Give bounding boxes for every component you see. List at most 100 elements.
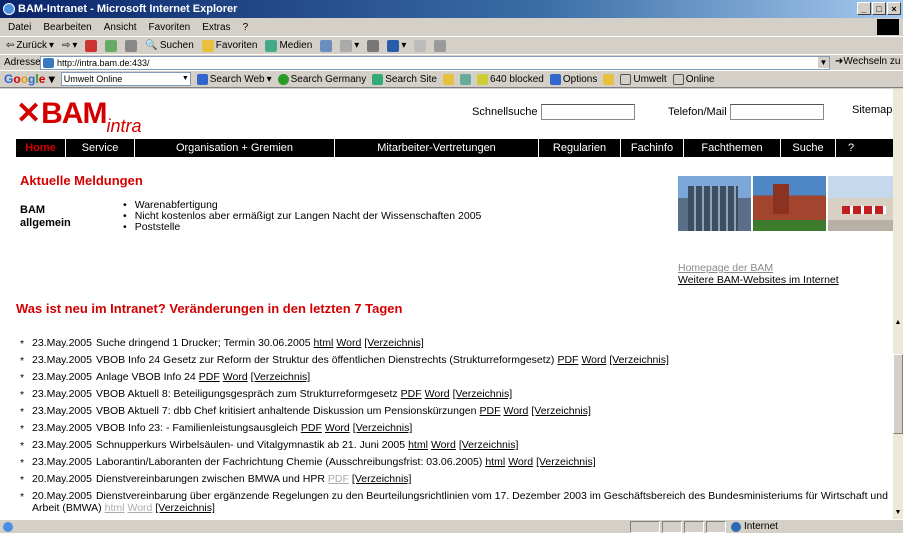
search-web-button[interactable]: Search Web ▾ [196, 73, 272, 85]
html-link[interactable]: html [408, 439, 428, 451]
nav-service[interactable]: Service [66, 139, 135, 157]
menu-help[interactable]: ? [237, 22, 255, 33]
nav-suche[interactable]: Suche [781, 139, 836, 157]
word-link[interactable]: Word [325, 422, 350, 434]
directory-link[interactable]: [Verzeichnis] [536, 456, 596, 468]
nav-home[interactable]: Home [16, 139, 66, 157]
word-link[interactable]: Word [223, 371, 248, 383]
refresh-button[interactable] [103, 39, 119, 52]
html-link[interactable]: html [105, 502, 125, 514]
home-button[interactable] [123, 39, 139, 52]
nav-fachthemen[interactable]: Fachthemen [684, 139, 781, 157]
homepage-link[interactable]: Homepage der BAM [678, 262, 773, 274]
address-input[interactable]: http://intra.bam.de:433/ [40, 56, 830, 70]
menu-bearbeiten[interactable]: Bearbeiten [37, 22, 97, 33]
pdf-link[interactable]: PDF [557, 354, 578, 366]
media-icon [265, 39, 278, 52]
quicksearch-input[interactable] [540, 104, 635, 120]
forward-button[interactable]: ⇨ ▾ [60, 40, 79, 51]
update-row: 23.May.2005Suche dringend 1 Drucker; Ter… [20, 337, 890, 350]
directory-link[interactable]: [Verzeichnis] [453, 388, 513, 400]
phone-input[interactable] [729, 104, 824, 120]
vertical-scrollbar[interactable]: ▲ ▼ [893, 89, 903, 519]
directory-link[interactable]: [Verzeichnis] [251, 371, 311, 383]
home-icon [125, 39, 138, 52]
nav-help[interactable]: ? [836, 139, 866, 157]
online-button[interactable]: Online [672, 73, 715, 85]
close-button[interactable]: × [887, 2, 901, 15]
research-button[interactable] [432, 39, 448, 52]
word-link[interactable]: Word [425, 388, 450, 400]
news-item[interactable]: Poststelle [123, 222, 481, 233]
word-link[interactable]: Word [431, 439, 456, 451]
pdf-link[interactable]: PDF [401, 388, 422, 400]
pdf-link[interactable]: PDF [479, 405, 500, 417]
more-websites-link[interactable]: Weitere BAM-Websites im Internet [678, 274, 839, 286]
go-button[interactable]: ➜Wechseln zu [835, 56, 900, 67]
html-link[interactable]: html [485, 456, 505, 468]
mail-button[interactable]: ▾ [338, 39, 361, 52]
news-button[interactable] [442, 73, 454, 85]
print-button[interactable] [365, 39, 381, 52]
directory-link[interactable]: [Verzeichnis] [352, 473, 412, 485]
pagerank-button[interactable] [459, 73, 471, 85]
word-link[interactable]: Word [503, 405, 528, 417]
phone-label: Telefon/Mail [668, 105, 727, 118]
menu-ansicht[interactable]: Ansicht [98, 22, 143, 33]
window-controls: _ □ × [857, 2, 901, 15]
word-link[interactable]: Word [581, 354, 606, 366]
nav-organisation[interactable]: Organisation + Gremien [135, 139, 335, 157]
pdf-link[interactable]: PDF [199, 371, 220, 383]
media-button[interactable]: Medien [263, 39, 314, 52]
status-panel [684, 521, 704, 533]
update-row: 20.May.2005Dienstvereinbarung über ergän… [20, 490, 890, 514]
pdf-link[interactable]: PDF [328, 473, 349, 485]
directory-link[interactable]: [Verzeichnis] [364, 337, 424, 349]
options-button[interactable]: Options [549, 73, 597, 85]
directory-link[interactable]: [Verzeichnis] [609, 354, 669, 366]
edit-button[interactable]: ▾ [385, 39, 408, 52]
address-dropdown-icon[interactable]: ▼ [818, 57, 829, 68]
favorites-button[interactable]: Favoriten [200, 39, 260, 52]
minimize-button[interactable]: _ [857, 2, 871, 15]
page-status-icon [3, 522, 13, 532]
search-site-button[interactable]: Search Site [372, 73, 437, 85]
bam-intra-logo[interactable]: ✕ BAM intra [16, 99, 141, 136]
internet-globe-icon [731, 521, 741, 532]
popup-blocker-button[interactable]: 640 blocked [476, 73, 544, 85]
nav-mitarbeiter[interactable]: Mitarbeiter-Vertretungen [335, 139, 539, 157]
sitemap-link[interactable]: Sitemap [852, 104, 892, 116]
nav-regularien[interactable]: Regularien [539, 139, 621, 157]
main-navigation: Home Service Organisation + Gremien Mita… [16, 139, 893, 157]
word-link[interactable]: Word [508, 456, 533, 468]
maximize-button[interactable]: □ [872, 2, 886, 15]
update-row: 23.May.2005VBOB Info 24 Gesetz zur Refor… [20, 354, 890, 367]
scroll-up-icon[interactable]: ▲ [893, 319, 903, 329]
google-search-select[interactable]: Umwelt Online [60, 72, 191, 86]
back-button[interactable]: ⇦ Zurück ▾ [4, 40, 56, 51]
highlight-button[interactable] [603, 73, 615, 85]
umwelt-button[interactable]: Umwelt [620, 73, 667, 85]
google-logo[interactable]: Google ▾ [4, 72, 55, 86]
word-link[interactable]: Word [127, 502, 152, 514]
directory-link[interactable]: [Verzeichnis] [353, 422, 413, 434]
discuss-button[interactable] [412, 39, 428, 52]
umwelt-icon [620, 73, 632, 85]
html-link[interactable]: html [314, 337, 334, 349]
search-germany-button[interactable]: Search Germany [277, 73, 366, 85]
pdf-link[interactable]: PDF [301, 422, 322, 434]
directory-link[interactable]: [Verzeichnis] [155, 502, 215, 514]
search-button[interactable]: 🔍 Suchen [143, 40, 195, 51]
nav-fachinfo[interactable]: Fachinfo [621, 139, 684, 157]
scroll-thumb[interactable] [893, 354, 903, 434]
directory-link[interactable]: [Verzeichnis] [459, 439, 519, 451]
menu-favoriten[interactable]: Favoriten [143, 22, 197, 33]
toolbar: ⇦ Zurück ▾ ⇨ ▾ 🔍 Suchen Favoriten Medien ▾… [0, 36, 903, 54]
word-link[interactable]: Word [336, 337, 361, 349]
menu-datei[interactable]: Datei [2, 22, 37, 33]
scroll-down-icon[interactable]: ▼ [893, 509, 903, 519]
menu-extras[interactable]: Extras [196, 22, 236, 33]
history-button[interactable] [318, 39, 334, 52]
stop-button[interactable] [83, 39, 99, 52]
directory-link[interactable]: [Verzeichnis] [531, 405, 591, 417]
